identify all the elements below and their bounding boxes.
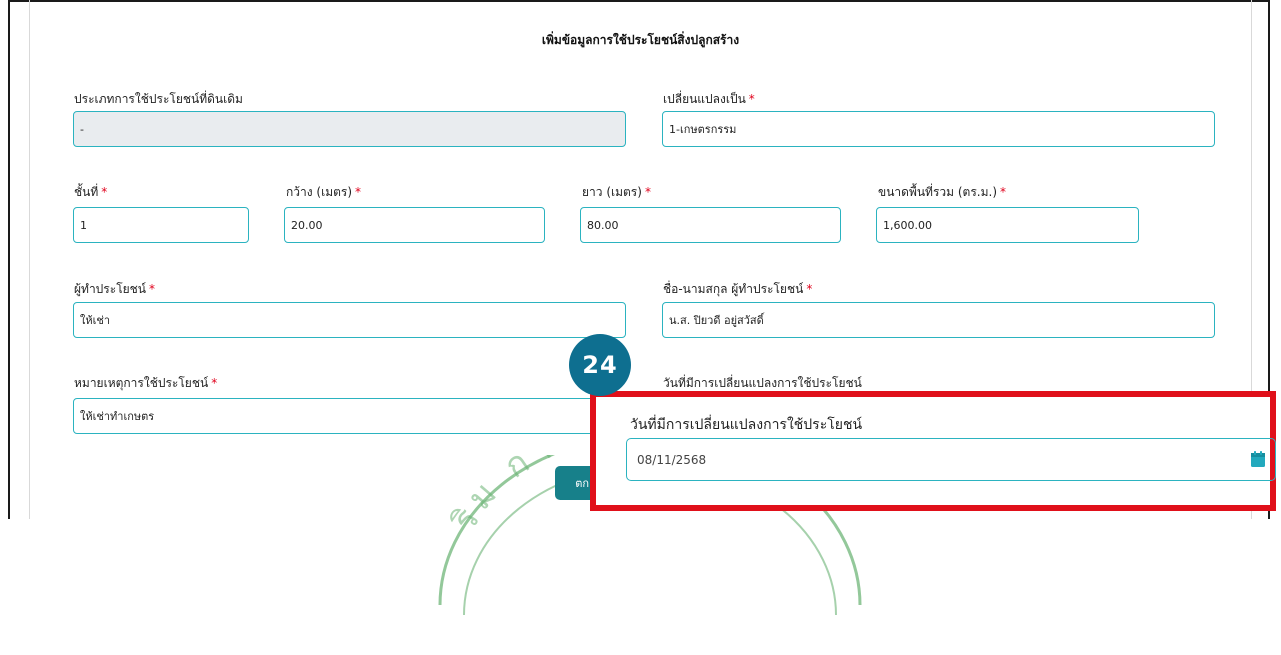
length-label: ยาว (เมตร) * (582, 185, 651, 199)
floor-field[interactable]: 1 (73, 207, 249, 243)
original-use-field[interactable]: - (73, 111, 626, 147)
length-field[interactable]: 80.00 (580, 207, 841, 243)
floor-label: ชั้นที่ * (74, 185, 108, 199)
changed-to-label: เปลี่ยนแปลงเป็น * (663, 92, 755, 106)
callout-date-label: วันที่มีการเปลี่ยนแปลงการใช้ประโยชน์ (630, 417, 863, 433)
total-area-label: ขนาดพื้นที่รวม (ตร.ม.) * (878, 185, 1007, 199)
usage-note-label: หมายเหตุการใช้ประโยชน์ * (74, 376, 218, 390)
user-field[interactable]: ให้เช่า (73, 302, 626, 338)
user-label: ผู้ทำประโยชน์ * (74, 282, 156, 296)
save-button[interactable]: ตก (555, 466, 595, 500)
width-field[interactable]: 20.00 (284, 207, 545, 243)
user-name-label: ชื่อ-นามสกุล ผู้ทำประโยชน์ * (663, 282, 813, 296)
width-label: กว้าง (เมตร) * (286, 185, 362, 199)
form-title: เพิ่มข้อมูลการใช้ประโยชน์สิ่งปลูกสร้าง (541, 33, 740, 47)
total-area-field[interactable]: 1,600.00 (876, 207, 1139, 243)
original-use-label: ประเภทการใช้ประโยชน์ที่ดินเดิม (74, 92, 243, 106)
user-name-field[interactable]: น.ส. ปิยวดี อยู่สวัสดิ์ (662, 302, 1215, 338)
calendar-icon[interactable] (1251, 451, 1265, 467)
change-date-value: 08/11/2568 (637, 452, 707, 467)
annotation-callout: วันที่มีการเปลี่ยนแปลงการใช้ประโยชน์ 08/… (590, 391, 1276, 511)
change-date-field[interactable]: 08/11/2568 (626, 438, 1276, 481)
changed-to-field[interactable]: 1-เกษตรกรรม (662, 111, 1215, 147)
usage-note-field[interactable]: ให้เช่าทำเกษตร (73, 398, 626, 434)
step-number-badge: 24 (569, 334, 631, 396)
